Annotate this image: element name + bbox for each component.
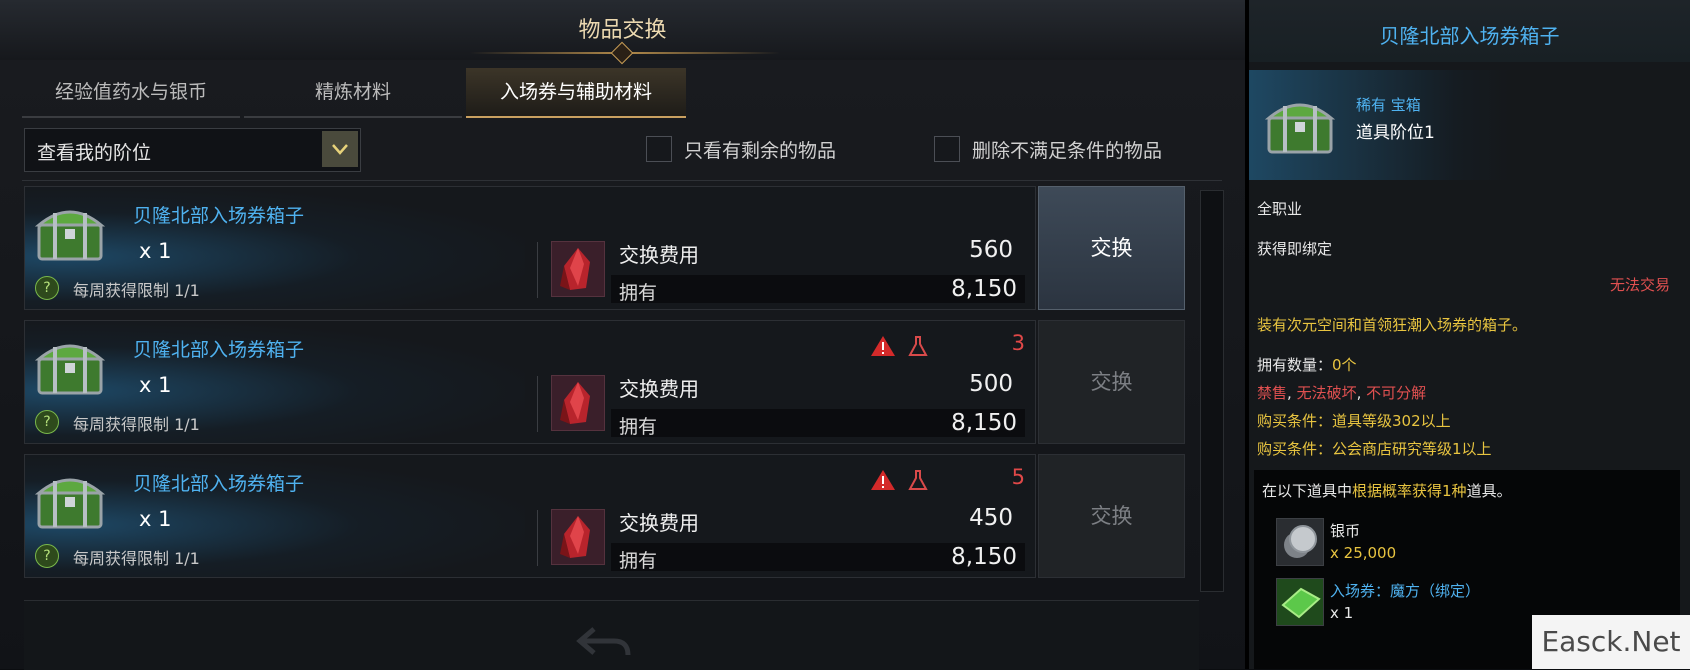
tab-refining-materials[interactable]: 精炼材料: [244, 68, 462, 118]
tooltip-item-header: 稀有 宝箱 道具阶位1: [1249, 70, 1509, 180]
help-icon[interactable]: ?: [35, 410, 59, 434]
treasure-chest-icon: [35, 478, 105, 529]
item-description: 装有次元空间和首领狂潮入场券的箱子。: [1257, 316, 1528, 334]
exchange-panel: 物品交换 经验值药水与银币 精炼材料 入场券与辅助材料 查看我的阶位 只看有剩余…: [0, 0, 1245, 670]
purchase-condition-1: 购买条件：道具等级302以上: [1257, 412, 1451, 430]
tab-tickets-aux-materials[interactable]: 入场券与辅助材料: [466, 68, 686, 118]
reward-quantity: x 1: [1330, 604, 1354, 622]
owned-label: 拥有: [619, 550, 658, 572]
item-quantity: x 1: [139, 239, 172, 263]
cost-label: 交换费用: [619, 243, 699, 267]
reward-quantity: x 25,000: [1330, 544, 1397, 562]
reward-intro: 在以下道具中根据概率获得1种道具。: [1262, 482, 1512, 500]
weekly-limit: 每周获得限制 1/1: [73, 281, 200, 300]
exchange-row: 贝隆北部入场券箱子 x 1 ? 每周获得限制 1/1 交换费用 560 拥有 8…: [24, 186, 1036, 310]
owned-bar: 拥有 8,150: [611, 275, 1025, 304]
item-quantity: x 1: [139, 373, 172, 397]
silver-coin-icon: [1276, 518, 1324, 566]
remaining-only-label: 只看有剩余的物品: [684, 140, 837, 162]
exchange-button[interactable]: 交换: [1038, 320, 1185, 444]
warning-icon: [871, 336, 895, 356]
tab-exp-potions-silver[interactable]: 经验值药水与银币: [22, 68, 240, 118]
weekly-limit: 每周获得限制 1/1: [73, 415, 200, 434]
exchange-button[interactable]: 交换: [1038, 186, 1185, 310]
owned-value: 8,150: [951, 276, 1017, 302]
hide-unqualified-checkbox[interactable]: [934, 136, 960, 162]
item-tier: 道具阶位1: [1356, 123, 1435, 143]
item-rarity: 稀有 宝箱: [1356, 96, 1421, 114]
scrollbar[interactable]: [1200, 190, 1224, 592]
divider: [22, 180, 1222, 181]
red-crystal-icon: [551, 509, 605, 565]
help-icon[interactable]: ?: [35, 276, 59, 300]
window-title: 物品交换: [578, 18, 667, 43]
hide-unqualified-label: 删除不满足条件的物品: [972, 140, 1163, 162]
item-name: 贝隆北部入场券箱子: [133, 473, 305, 495]
chevron-down-icon[interactable]: [322, 131, 358, 167]
item-quantity: x 1: [139, 507, 172, 531]
requirement-count: 3: [1011, 331, 1025, 355]
empty-row: [24, 600, 1199, 670]
title-ornament-gem: [610, 41, 634, 65]
tier-filter-dropdown[interactable]: 查看我的阶位: [24, 128, 361, 172]
dropdown-value: 查看我的阶位: [37, 142, 152, 164]
owned-value: 8,150: [951, 410, 1017, 436]
weekly-limit: 每周获得限制 1/1: [73, 549, 200, 568]
class-restriction: 全职业: [1257, 200, 1303, 218]
return-arrow-icon: [576, 627, 631, 656]
reward-name: 入场券：魔方（绑定）: [1330, 582, 1481, 600]
treasure-chest-icon: [35, 344, 105, 395]
treasure-chest-icon: [35, 210, 105, 261]
watermark: Easck.Net: [1532, 615, 1690, 669]
item-name: 贝隆北部入场券箱子: [133, 205, 305, 227]
flask-icon: [908, 470, 928, 490]
red-crystal-icon: [551, 375, 605, 431]
cost-label: 交换费用: [619, 511, 699, 535]
owned-label: 拥有: [619, 416, 658, 438]
cost-value: 560: [969, 237, 1013, 263]
exchange-button[interactable]: 交换: [1038, 454, 1185, 578]
item-tooltip: 贝隆北部入场券箱子 稀有 宝箱 道具阶位1 全职业 获得即绑定 无法交易 装有次…: [1249, 0, 1690, 669]
cost-value: 500: [969, 371, 1013, 397]
title-bar: 物品交换: [0, 0, 1245, 65]
owned-count: 拥有数量：0个: [1257, 356, 1357, 374]
remaining-only-checkbox[interactable]: [646, 136, 672, 162]
warning-icon: [871, 470, 895, 490]
reward-name: 银币: [1330, 522, 1361, 540]
owned-bar: 拥有 8,150: [611, 543, 1025, 572]
bind-info: 获得即绑定: [1257, 240, 1333, 258]
purchase-condition-2: 购买条件：公会商店研究等级1以上: [1257, 440, 1492, 458]
exchange-row: 贝隆北部入场券箱子 x 1 5 ? 每周获得限制 1/1 交换费用 450 拥有…: [24, 454, 1036, 578]
cost-value: 450: [969, 505, 1013, 531]
flask-icon: [908, 336, 928, 356]
exchange-row: 贝隆北部入场券箱子 x 1 3 ? 每周获得限制 1/1 交换费用 500 拥有…: [24, 320, 1036, 444]
treasure-chest-icon: [1265, 103, 1335, 154]
help-icon[interactable]: ?: [35, 544, 59, 568]
restrictions: 禁售, 无法破坏, 不可分解: [1257, 384, 1427, 402]
red-crystal-icon: [551, 241, 605, 297]
owned-label: 拥有: [619, 282, 658, 304]
owned-value: 8,150: [951, 544, 1017, 570]
trade-info: 无法交易: [1609, 276, 1670, 294]
owned-bar: 拥有 8,150: [611, 409, 1025, 438]
cube-ticket-icon: [1276, 578, 1324, 626]
tooltip-title: 贝隆北部入场券箱子: [1379, 24, 1560, 48]
requirement-count: 5: [1011, 465, 1025, 489]
cost-label: 交换费用: [619, 377, 699, 401]
item-name: 贝隆北部入场券箱子: [133, 339, 305, 361]
